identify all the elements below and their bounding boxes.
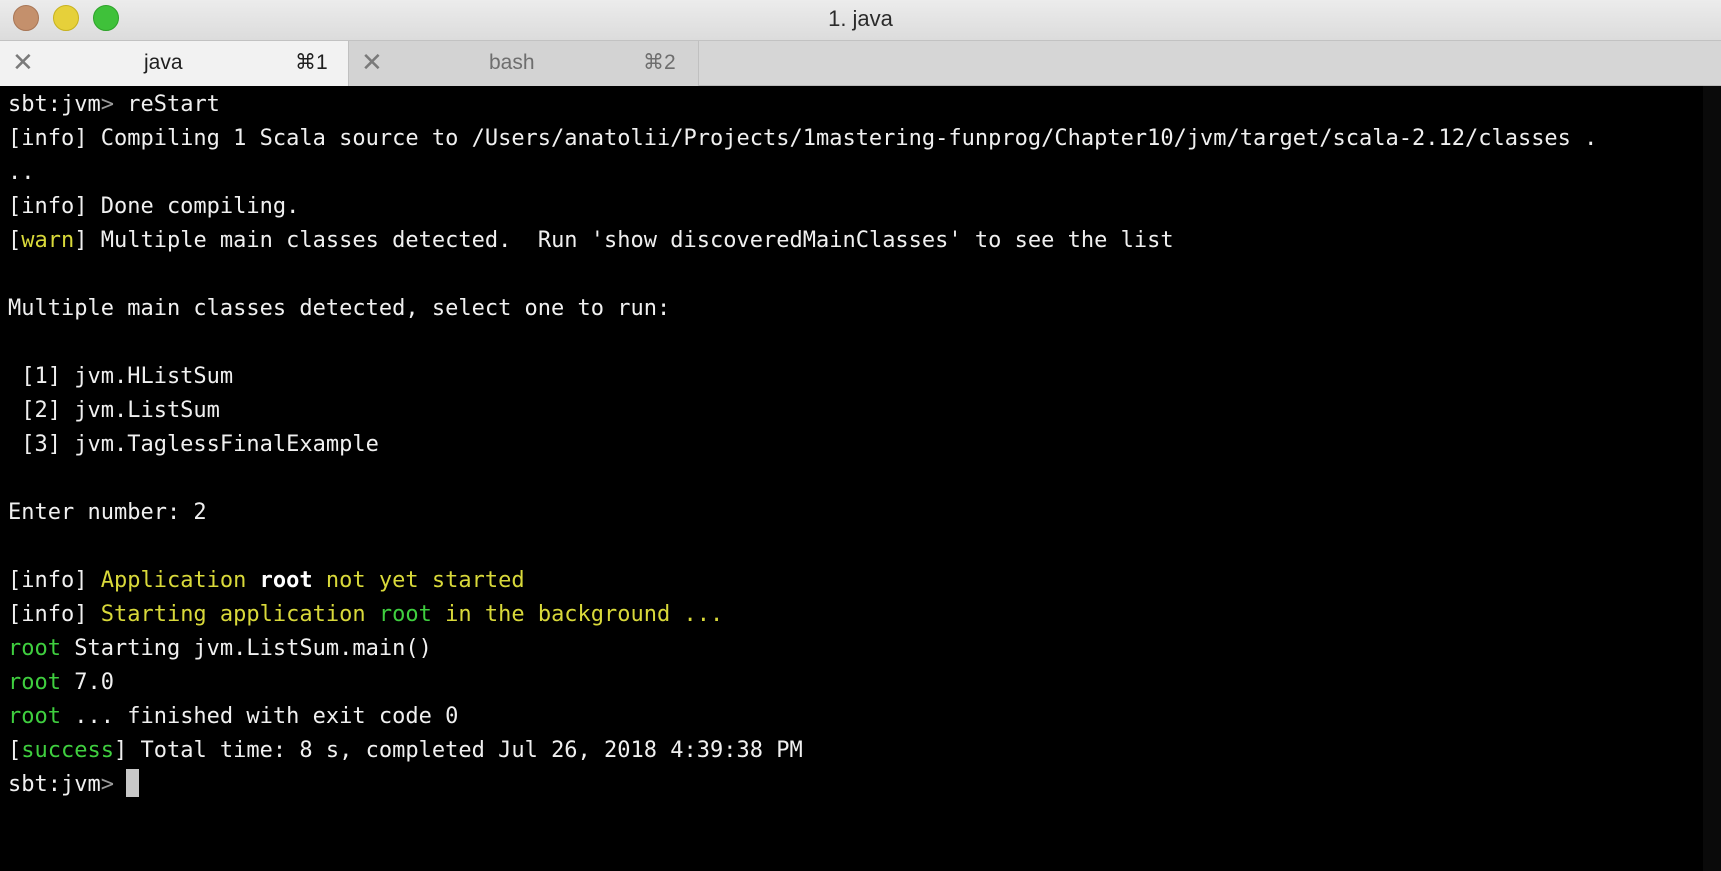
terminal-line: [2] jvm.ListSum (8, 398, 220, 423)
success-tag: success (21, 738, 114, 763)
prompt: sbt:jvm (8, 92, 101, 117)
info-tag: [info] (8, 568, 101, 593)
terminal-line: sbt:jvm> reStart (8, 88, 220, 122)
tab-label: bash (489, 51, 535, 74)
app-name: root (259, 568, 313, 593)
log-text: ... finished with exit code 0 (60, 704, 459, 729)
tab-shortcut: ⌘1 (295, 51, 328, 74)
log-text: in the background ... (431, 602, 724, 627)
tab-shortcut: ⌘2 (643, 51, 676, 74)
bracket: [ (8, 228, 22, 253)
app-name: root (378, 602, 432, 627)
terminal-line: Enter number: 2 (8, 500, 207, 525)
terminal-line: [warn] Multiple main classes detected. R… (8, 224, 1174, 258)
terminal-line: root 7.0 (8, 666, 114, 700)
terminal-line: [info] Starting application root in the … (8, 598, 723, 632)
app-label: root (8, 670, 61, 695)
terminal-line: [info] Done compiling. (8, 194, 300, 219)
command-text: reStart (113, 92, 220, 117)
bracket: ] (74, 228, 88, 253)
terminal-line: sbt:jvm> (8, 768, 139, 802)
terminal-line: [1] jvm.HListSum (8, 364, 234, 389)
close-tab-icon[interactable]: ✕ (12, 49, 34, 75)
close-tab-icon[interactable]: ✕ (361, 49, 383, 75)
info-tag: [info] (8, 602, 101, 627)
bracket: [ (8, 738, 22, 763)
bracket: ] (113, 738, 128, 763)
terminal-line: .. (8, 160, 35, 185)
log-text: Starting application (100, 602, 379, 627)
warn-message: Multiple main classes detected. Run 'sho… (87, 228, 1174, 253)
scrollbar[interactable] (1703, 86, 1721, 871)
terminal-line: Multiple main classes detected, select o… (8, 296, 671, 321)
title-bar: 1. java (0, 0, 1721, 40)
warn-tag: warn (21, 228, 75, 253)
tab-java[interactable]: ✕ java ⌘1 (0, 41, 349, 86)
terminal-line: [info] Compiling 1 Scala source to /User… (8, 126, 1598, 151)
terminal-line: [success] Total time: 8 s, completed Jul… (8, 734, 803, 768)
app-label: root (8, 636, 61, 661)
log-text: not yet started (312, 568, 525, 593)
log-text: Starting jvm.ListSum.main() (60, 636, 432, 661)
window-title: 1. java (828, 6, 893, 31)
terminal-line: [3] jvm.TaglessFinalExample (8, 432, 379, 457)
prompt-symbol: > (100, 92, 114, 117)
terminal-line: [info] Application root not yet started (8, 564, 525, 598)
tab-bar: ✕ java ⌘1 ✕ bash ⌘2 (0, 40, 1721, 86)
log-text: Total time: 8 s, completed Jul 26, 2018 … (127, 738, 803, 763)
text-cursor[interactable] (125, 769, 139, 797)
prompt: sbt:jvm (8, 772, 101, 797)
tab-label: java (144, 51, 183, 74)
terminal-line: root ... finished with exit code 0 (8, 700, 458, 734)
terminal-line: root Starting jvm.ListSum.main() (8, 632, 432, 666)
tab-bash[interactable]: ✕ bash ⌘2 (349, 41, 699, 86)
log-text: 7.0 (60, 670, 114, 695)
log-text: Application (100, 568, 260, 593)
terminal-output[interactable]: sbt:jvm> reStart [info] Compiling 1 Scal… (0, 86, 1721, 871)
app-label: root (8, 704, 61, 729)
prompt-symbol: > (100, 772, 114, 797)
terminal-window: 1. java ✕ java ⌘1 ✕ bash ⌘2 sbt:jvm> reS… (0, 0, 1721, 871)
